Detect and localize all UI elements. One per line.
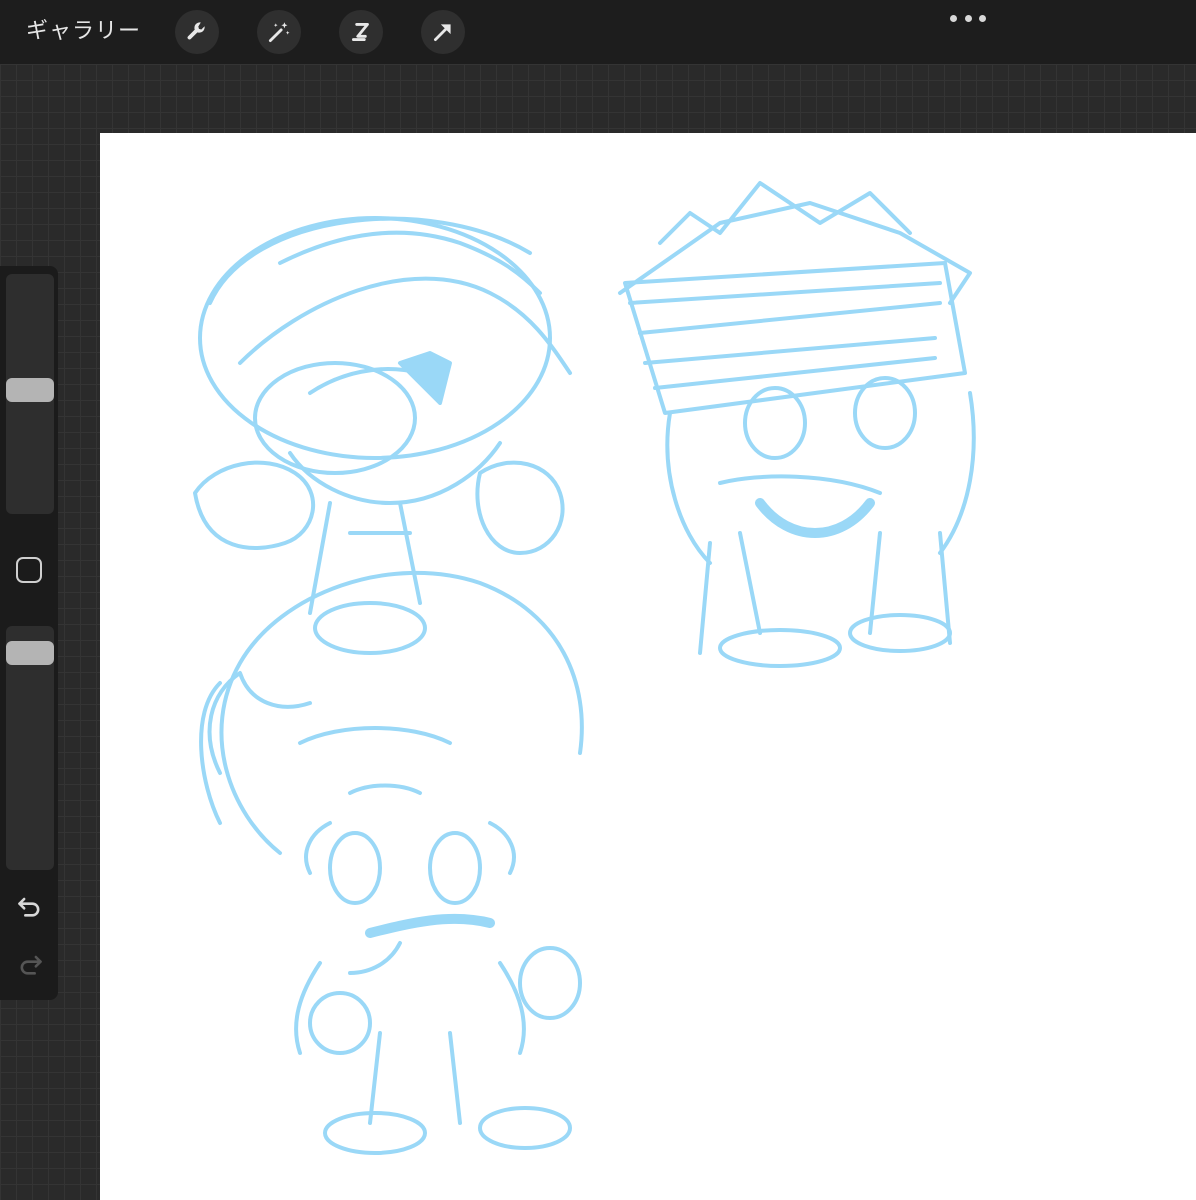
- wrench-icon: [187, 22, 205, 40]
- undo-icon[interactable]: [16, 892, 44, 920]
- selection-button[interactable]: [339, 10, 383, 54]
- ellipsis-icon: [950, 14, 957, 22]
- top-toolbar: ギャラリー: [0, 0, 1196, 64]
- transform-button[interactable]: [421, 10, 465, 54]
- left-sidebar: [0, 266, 58, 1000]
- sketch-character-2: [618, 181, 976, 668]
- drawing-canvas[interactable]: [100, 133, 1196, 1200]
- actions-button[interactable]: [175, 10, 219, 54]
- magic-wand-icon: [268, 22, 290, 43]
- arrow-icon: [434, 24, 451, 41]
- brush-size-slider[interactable]: [6, 274, 54, 514]
- sketch-character-1: [193, 216, 572, 655]
- sketch-character-3: [199, 570, 584, 1155]
- brush-size-thumb[interactable]: [6, 378, 54, 402]
- adjustments-button[interactable]: [257, 10, 301, 54]
- modify-button[interactable]: [16, 557, 42, 583]
- sketch-artwork: [193, 181, 976, 1155]
- more-options-button[interactable]: [950, 8, 986, 28]
- redo-icon[interactable]: [16, 950, 44, 978]
- opacity-slider[interactable]: [6, 626, 54, 870]
- selection-s-icon: [352, 23, 369, 41]
- gallery-button[interactable]: ギャラリー: [26, 14, 141, 50]
- opacity-thumb[interactable]: [6, 641, 54, 665]
